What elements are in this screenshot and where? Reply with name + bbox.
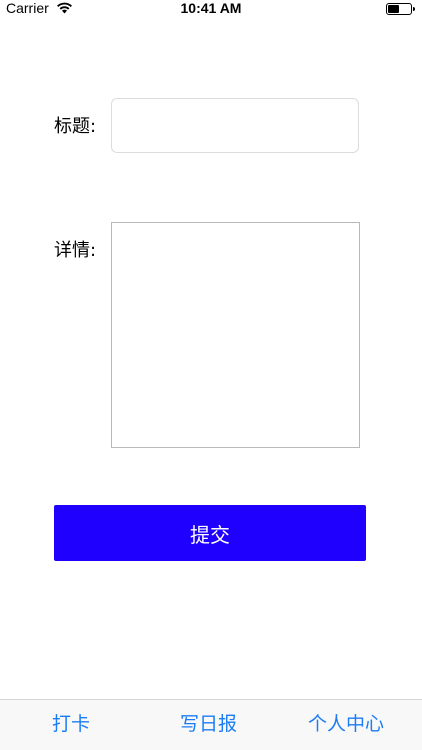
status-bar: Carrier 10:41 AM: [0, 0, 422, 20]
tab-write-daily-report[interactable]: 写日报: [180, 712, 237, 736]
title-input[interactable]: [111, 98, 359, 153]
submit-button[interactable]: 提交: [54, 505, 366, 561]
battery-icon: [386, 2, 416, 15]
detail-label: 详情:: [54, 240, 97, 261]
detail-textarea[interactable]: [111, 222, 360, 448]
tab-bar: 打卡 写日报 个人中心: [0, 699, 422, 750]
status-time: 10:41 AM: [180, 0, 242, 16]
title-label: 标题:: [54, 116, 97, 137]
tab-personal-center[interactable]: 个人中心: [308, 712, 384, 736]
tab-check-in[interactable]: 打卡: [52, 712, 90, 736]
